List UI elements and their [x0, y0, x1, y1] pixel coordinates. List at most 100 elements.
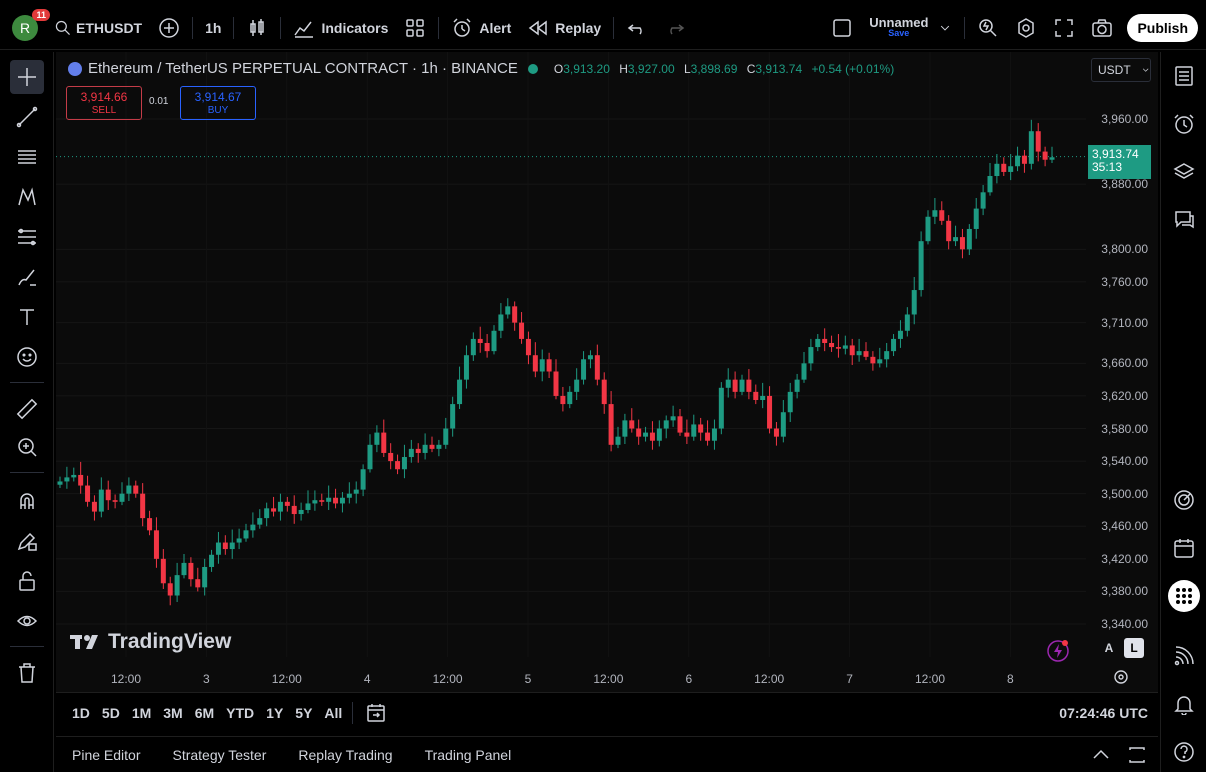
range-button-1m[interactable]: 1M	[126, 705, 157, 721]
candle-body	[539, 359, 545, 372]
watchlist-button[interactable]	[1168, 60, 1200, 92]
symbol-search-button[interactable]: ETHUSDT	[46, 12, 150, 44]
brush-tool[interactable]	[10, 260, 44, 294]
candle-body	[567, 391, 573, 405]
products-button[interactable]	[1168, 580, 1200, 612]
candle-body	[140, 493, 146, 519]
chart-pane[interactable]: Ethereum / TetherUS PERPETUAL CONTRACT ·…	[56, 52, 1158, 692]
forecast-tool[interactable]	[10, 220, 44, 254]
avatar-letter: R	[19, 19, 31, 36]
candle-body	[264, 508, 270, 519]
candle-body	[291, 505, 297, 515]
range-button-ytd[interactable]: YTD	[220, 705, 260, 721]
candle-body	[388, 452, 394, 462]
object-tree-button[interactable]	[1168, 156, 1200, 188]
symbol-title[interactable]: Ethereum / TetherUS PERPETUAL CONTRACT ·…	[88, 60, 518, 77]
chats-button[interactable]	[1168, 204, 1200, 236]
replay-button[interactable]: Replay	[519, 12, 609, 44]
tab-trading-panel[interactable]: Trading Panel	[409, 747, 528, 763]
log-scale-button[interactable]: L	[1124, 638, 1144, 658]
fullscreen-button[interactable]	[1045, 12, 1083, 44]
hide-drawings-button[interactable]	[10, 604, 44, 638]
candle-body	[57, 481, 63, 485]
candle-body	[1015, 155, 1021, 167]
stream-button[interactable]	[1168, 640, 1200, 672]
crosshair-tool[interactable]	[10, 60, 44, 94]
layout-checkbox[interactable]	[823, 12, 861, 44]
candle-body	[581, 359, 587, 380]
help-button[interactable]	[1168, 736, 1200, 768]
chart-type-button[interactable]	[238, 12, 276, 44]
currency-select[interactable]: USDT	[1091, 58, 1151, 82]
range-button-1d[interactable]: 1D	[66, 705, 96, 721]
alerts-button[interactable]	[1168, 108, 1200, 140]
layout-name: Unnamed	[869, 14, 929, 30]
candle-body	[229, 542, 235, 550]
lock-all-button[interactable]	[10, 564, 44, 598]
fib-tool[interactable]	[10, 140, 44, 174]
goto-date-button[interactable]	[357, 697, 395, 729]
goto-realtime-icon[interactable]	[1113, 669, 1129, 685]
layout-name-button[interactable]: Unnamed Save	[861, 12, 960, 44]
ruler-lines-icon	[18, 228, 36, 246]
maximize-panel-icon[interactable]	[1126, 744, 1148, 766]
candle-body	[429, 444, 435, 449]
user-avatar[interactable]: R 11	[12, 8, 50, 41]
currency-label: USDT	[1098, 63, 1131, 77]
tab-replay-trading[interactable]: Replay Trading	[282, 747, 408, 763]
zoom-in-tool[interactable]	[10, 430, 44, 464]
range-button-5d[interactable]: 5D	[96, 705, 126, 721]
candle-body	[939, 210, 945, 221]
indicators-button[interactable]: Indicators	[285, 12, 396, 44]
candle-body	[167, 583, 173, 596]
range-button-all[interactable]: All	[318, 705, 348, 721]
templates-button[interactable]	[396, 12, 434, 44]
pattern-icon	[18, 187, 36, 206]
last-price-label: 3,913.74 35:13	[1088, 145, 1151, 179]
undo-button[interactable]	[618, 12, 656, 44]
text-tool[interactable]	[10, 300, 44, 334]
price-tick-label: 3,540.00	[1101, 454, 1148, 469]
lightning-icon[interactable]	[1046, 639, 1070, 663]
sell-button[interactable]: 3,914.66 SELL	[66, 86, 142, 120]
quick-search-button[interactable]	[969, 12, 1007, 44]
watermark-text: TradingView	[108, 630, 232, 653]
tab-pine-editor[interactable]: Pine Editor	[56, 747, 156, 763]
divider	[964, 16, 966, 39]
lock-drawing-tool[interactable]	[10, 524, 44, 558]
settings-button[interactable]	[1007, 12, 1045, 44]
ohlc-values: O3,913.20 H3,927.00 L3,898.69 C3,913.74 …	[548, 62, 894, 76]
interval-button[interactable]: 1h	[197, 12, 229, 44]
pencil-lock-icon	[17, 532, 37, 551]
candle-body	[994, 163, 1000, 177]
price-tick-label: 3,880.00	[1101, 177, 1148, 192]
magnet-tool[interactable]	[10, 484, 44, 518]
calendar-button[interactable]	[1168, 532, 1200, 564]
price-chart[interactable]	[56, 52, 1158, 692]
range-button-3m[interactable]: 3M	[157, 705, 188, 721]
redo-button[interactable]	[656, 12, 694, 44]
chevron-up-icon[interactable]	[1090, 744, 1112, 766]
emoji-tool[interactable]	[10, 340, 44, 374]
measure-tool[interactable]	[10, 392, 44, 426]
utc-clock[interactable]: 07:24:46 UTC	[1059, 705, 1148, 721]
buy-button[interactable]: 3,914.67 BUY	[180, 86, 256, 120]
range-button-1y[interactable]: 1Y	[260, 705, 289, 721]
compare-symbol-button[interactable]	[150, 12, 188, 44]
bell-icon	[1174, 696, 1194, 715]
range-button-6m[interactable]: 6M	[189, 705, 220, 721]
zoom-in-icon	[18, 438, 37, 457]
target-button[interactable]	[1168, 484, 1200, 516]
trend-line-tool[interactable]	[10, 100, 44, 134]
remove-drawings-button[interactable]	[10, 656, 44, 690]
candle-body	[85, 485, 91, 502]
publish-button[interactable]: Publish	[1127, 13, 1198, 42]
auto-scale-button[interactable]: A	[1099, 638, 1119, 658]
buy-label: BUY	[207, 105, 229, 116]
pattern-tool[interactable]	[10, 180, 44, 214]
tab-strategy-tester[interactable]: Strategy Tester	[156, 747, 282, 763]
range-button-5y[interactable]: 5Y	[289, 705, 318, 721]
alert-button[interactable]: Alert	[443, 12, 519, 44]
snapshot-button[interactable]	[1083, 12, 1121, 44]
notifications-button[interactable]	[1168, 688, 1200, 720]
